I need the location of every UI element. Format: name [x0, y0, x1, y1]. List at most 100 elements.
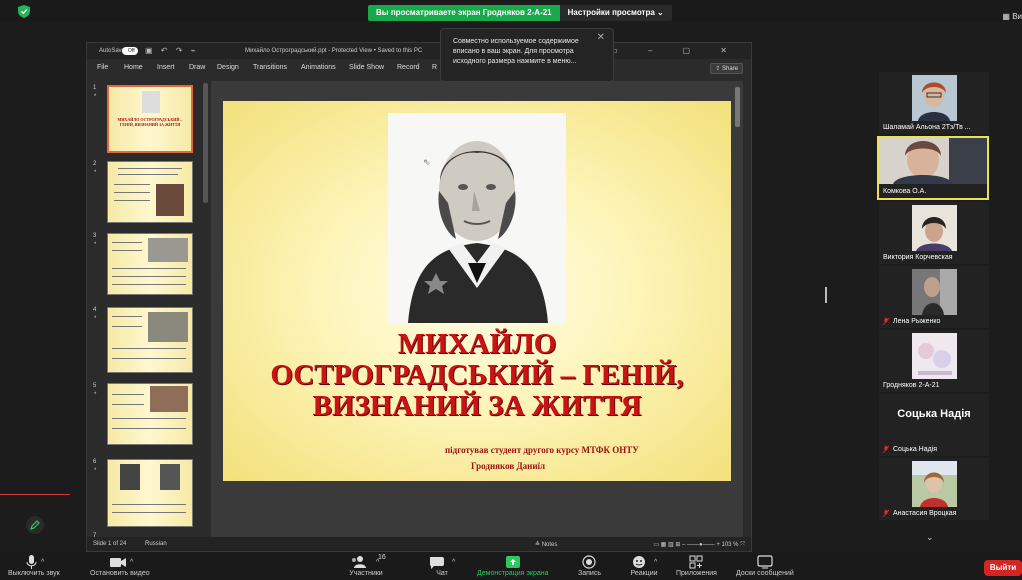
muted-mic-icon — [883, 510, 889, 517]
close-icon[interactable]: ✕ — [597, 33, 605, 43]
autosave-toggle[interactable]: Off — [122, 47, 138, 55]
apps-button[interactable]: Приложения — [676, 554, 717, 577]
share-screen-label: Демонстрация экрана — [477, 570, 549, 577]
transition-marker: * — [94, 468, 97, 474]
thumb-title: МИХАЙЛО ОСТРОГРАДСЬКИЙ – ГЕНІЙ, ВИЗНАНИЙ… — [117, 117, 183, 127]
stop-video-button[interactable]: ^ Остановить видео — [90, 554, 150, 577]
thumb-image — [150, 386, 188, 412]
whiteboards-button[interactable]: Доски сообщений — [736, 554, 794, 577]
record-label: Запись — [578, 570, 601, 577]
language-indicator[interactable]: Russian — [145, 541, 167, 547]
menu-review[interactable]: R — [432, 64, 437, 71]
menu-record[interactable]: Record — [397, 64, 420, 71]
transition-marker: * — [94, 242, 97, 248]
slide-author: Гродняков Даниїл — [471, 461, 546, 471]
slide-title-line-2: ОСТРОГРАДСЬКИЙ – ГЕНІЙ, — [270, 359, 684, 391]
ppt-share-label: Share — [721, 66, 738, 72]
record-button[interactable]: Запись — [578, 554, 601, 577]
window-controls[interactable]: ▭ – ▢ ✕ — [610, 46, 741, 55]
zoom-control[interactable]: ▭ ▦ ▥ ⊞ – ——●—— + 103 % ⤧ — [653, 541, 745, 549]
menu-draw[interactable]: Draw — [189, 64, 205, 71]
thumbnails-scrollbar[interactable] — [203, 83, 208, 203]
participant-video — [879, 138, 987, 184]
participant-tile-active-speaker[interactable]: Комкова О.А. — [877, 136, 989, 200]
participant-name: Комкова О.А. — [883, 188, 927, 195]
video-camera-icon: ^ — [109, 558, 134, 567]
participant-name: Гродняков 2-А-21 — [883, 382, 940, 389]
menu-transitions[interactable]: Transitions — [253, 64, 287, 71]
ribbon-menu: File Home Insert Draw Design Transitions… — [87, 61, 751, 77]
participant-video — [912, 461, 957, 507]
annotate-pen-button[interactable] — [26, 516, 44, 534]
thumb-slide-2[interactable] — [107, 161, 193, 223]
transition-marker: * — [94, 170, 97, 176]
slide-subtitle: підготував студент другого курсу МТФК ОН… — [445, 445, 639, 455]
notes-button[interactable]: ≜ Notes — [535, 541, 557, 548]
slide-editor: МИХАЙЛО ОСТРОГРАДСЬКИЙ – ГЕНІЙ, ВИЗНАНИЙ… — [211, 81, 743, 539]
fit-slide-icon[interactable]: ⤧ — [740, 542, 745, 548]
slide-scrollbar-thumb[interactable] — [735, 87, 740, 127]
thumb-slide-5[interactable] — [107, 383, 193, 445]
participant-tile-name-only[interactable]: Соцька Надія Соцька Надія — [879, 394, 989, 456]
participant-tile[interactable]: Гродняков 2-А-21 — [879, 330, 989, 392]
svg-text:^: ^ — [41, 559, 45, 566]
thumb-portrait — [142, 91, 160, 113]
chevron-down-icon[interactable]: ⌄ — [926, 532, 934, 543]
reactions-icon: ^ — [633, 556, 658, 568]
share-icon: ⇪ — [715, 66, 721, 72]
participants-label: Участники — [349, 570, 383, 577]
panel-splitter[interactable] — [825, 287, 827, 303]
view-button[interactable]: ▦ Ви — [1002, 12, 1022, 21]
thumb-slide-6[interactable] — [107, 459, 193, 527]
share-screen-button[interactable]: Демонстрация экрана — [477, 554, 549, 577]
participant-tile[interactable]: Шаламай Альона 2Тз/Тв ... — [879, 72, 989, 134]
thumb-image — [148, 238, 188, 262]
file-name: Михайло Остроградський.ppt - Protected V… — [245, 48, 423, 54]
participants-button[interactable]: ^ 16 Участники — [346, 554, 386, 577]
quick-access-icons[interactable]: ▣ ↶ ↷ ⌁ — [145, 46, 198, 55]
participant-name: Лена Рыженко — [893, 318, 941, 325]
participant-video — [912, 205, 957, 251]
chat-button[interactable]: ^ Чат — [424, 554, 460, 577]
mute-button[interactable]: ^ Выключить звук — [8, 554, 60, 577]
decor-line — [0, 494, 70, 495]
thumb-text-line — [118, 174, 178, 175]
reactions-label: Реакции — [630, 570, 658, 577]
reactions-button[interactable]: ^ Реакции — [626, 554, 662, 577]
participant-tile[interactable]: Лена Рыженко — [879, 266, 989, 328]
mouse-cursor-icon: ⇖ — [423, 157, 431, 167]
participant-video — [912, 75, 957, 121]
thumb-slide-4[interactable] — [107, 307, 193, 373]
apps-icon — [689, 555, 703, 569]
leave-button[interactable]: Выйти — [984, 560, 1022, 576]
whiteboards-label: Доски сообщений — [736, 570, 794, 577]
slide-scrollbar[interactable] — [735, 87, 740, 531]
ppt-status-bar: Slide 1 of 24 Russian ≜ Notes ▭ ▦ ▥ ⊞ – … — [87, 537, 751, 551]
menu-insert[interactable]: Insert — [157, 64, 175, 71]
thumb-text-line — [112, 428, 186, 429]
view-options-button[interactable]: Настройки просмотра ⌄ — [559, 5, 672, 21]
thumb-slide-1[interactable]: МИХАЙЛО ОСТРОГРАДСЬКИЙ – ГЕНІЙ, ВИЗНАНИЙ… — [107, 85, 193, 153]
participant-tile[interactable]: Виктория Корчевская — [879, 202, 989, 264]
slide-thumbnails[interactable]: 1 * МИХАЙЛО ОСТРОГРАДСЬКИЙ – ГЕНІЙ, ВИЗН… — [87, 81, 207, 539]
thumb-text-line — [112, 404, 144, 405]
share-message: Вы просматриваете экран Гродняков 2-А-21 — [368, 5, 560, 21]
mute-label: Выключить звук — [8, 570, 60, 577]
menu-animations[interactable]: Animations — [301, 64, 336, 71]
menu-file[interactable]: File — [97, 64, 108, 71]
slide-counter: Slide 1 of 24 — [93, 541, 127, 547]
fit-screen-tooltip: Совместно используемое содержимое вписан… — [440, 28, 614, 82]
view-buttons[interactable]: ▭ ▦ ▥ ⊞ — [653, 542, 680, 548]
thumb-text-line — [112, 512, 186, 513]
menu-design[interactable]: Design — [217, 64, 239, 71]
thumb-slide-3[interactable] — [107, 233, 193, 295]
portrait-drawing — [388, 113, 566, 323]
participants-count: 16 — [378, 554, 386, 561]
participant-tile[interactable]: Анастасия Вроцкая — [879, 458, 989, 520]
menu-slide-show[interactable]: Slide Show — [349, 64, 384, 71]
chevron-down-icon: ⌄ — [657, 8, 664, 17]
thumb-text-line — [114, 200, 150, 201]
current-slide[interactable]: МИХАЙЛО ОСТРОГРАДСЬКИЙ – ГЕНІЙ, ВИЗНАНИЙ… — [223, 101, 731, 481]
menu-home[interactable]: Home — [124, 64, 143, 71]
ppt-share-button[interactable]: ⇪ Share — [710, 63, 743, 74]
